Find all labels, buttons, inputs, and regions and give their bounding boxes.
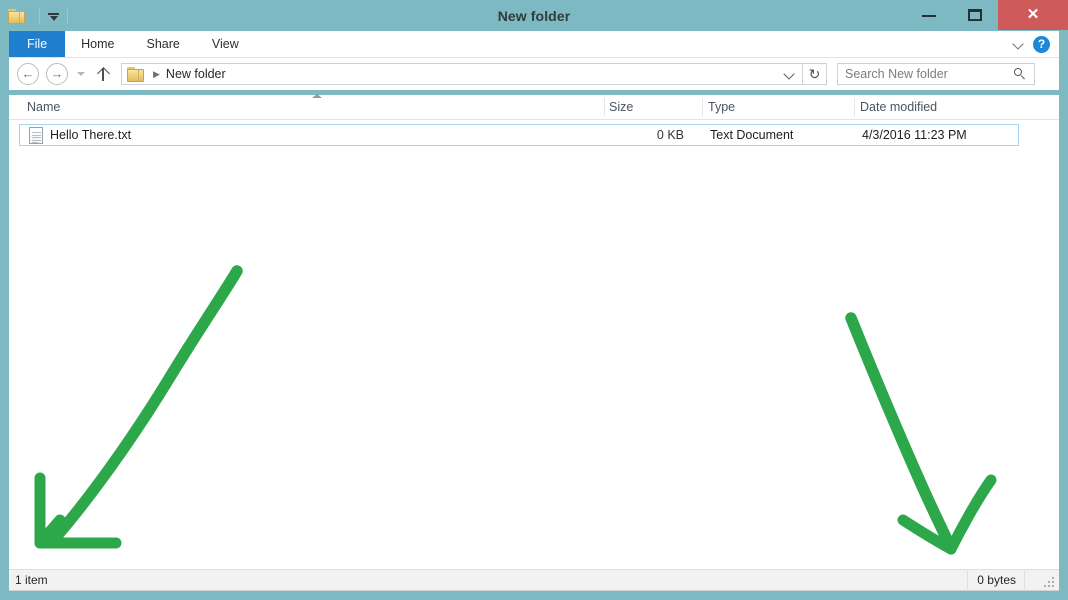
chevron-down-icon[interactable] [1011, 37, 1025, 51]
close-icon: ✕ [998, 0, 1068, 30]
qat-divider [67, 9, 68, 24]
tab-view[interactable]: View [196, 31, 255, 57]
search-input[interactable]: Search New folder [837, 63, 1035, 85]
search-icon[interactable] [1014, 68, 1027, 81]
help-button[interactable]: ? [1033, 36, 1050, 53]
title-bar[interactable]: New folder ✕ [0, 0, 1068, 32]
minimize-button[interactable] [906, 0, 952, 30]
status-bar-bottom-border [9, 590, 1059, 591]
maximize-icon [968, 9, 982, 21]
quick-access-toolbar[interactable] [8, 4, 75, 28]
minimize-icon [922, 15, 936, 17]
chevron-down-icon[interactable] [784, 68, 796, 80]
file-type-cell: Text Document [710, 125, 793, 145]
file-name-cell: Hello There.txt [50, 125, 131, 145]
column-header-size[interactable]: Size [609, 95, 633, 119]
breadcrumb-separator-icon: ▶ [153, 69, 160, 80]
forward-button[interactable]: → [46, 63, 68, 85]
refresh-button[interactable]: ↻ [803, 63, 827, 85]
back-button[interactable]: ← [17, 63, 39, 85]
file-size-cell: 0 KB [580, 125, 684, 145]
window-controls: ✕ [906, 0, 1068, 30]
tab-file[interactable]: File [9, 31, 65, 57]
status-total-size: 0 bytes [967, 570, 1025, 591]
maximize-button[interactable] [952, 0, 998, 30]
ribbon-tab-bar: File Home Share View ? [9, 31, 1059, 58]
column-divider[interactable] [854, 98, 855, 116]
file-explorer-window: New folder ✕ File Home Share View ? ← [0, 0, 1068, 600]
sort-ascending-icon [312, 94, 322, 98]
tab-share[interactable]: Share [131, 31, 196, 57]
breadcrumb-current-folder[interactable]: New folder [166, 67, 226, 81]
ribbon-right-controls: ? [1011, 31, 1055, 57]
recent-locations-icon[interactable] [73, 63, 89, 85]
folder-icon [127, 67, 145, 82]
column-header-row: Name Size Type Date modified [9, 95, 1059, 120]
ribbon-tabs: File Home Share View [9, 31, 1059, 57]
column-header-type[interactable]: Type [708, 95, 735, 119]
folder-icon[interactable] [8, 9, 26, 24]
table-row[interactable]: Hello There.txt 0 KB Text Document 4/3/2… [19, 124, 1019, 146]
status-bar: 1 item 0 bytes [9, 569, 1059, 591]
search-placeholder: Search New folder [845, 67, 948, 81]
column-divider[interactable] [604, 98, 605, 116]
up-one-level-button[interactable] [92, 63, 114, 85]
qat-divider [39, 9, 40, 24]
file-list: Hello There.txt 0 KB Text Document 4/3/2… [9, 120, 1059, 571]
status-item-count: 1 item [15, 570, 48, 591]
breadcrumb[interactable]: ▶ New folder [121, 63, 803, 85]
file-date-cell: 4/3/2016 11:23 PM [862, 125, 967, 145]
column-divider[interactable] [702, 98, 703, 116]
close-button[interactable]: ✕ [998, 0, 1068, 30]
column-header-date[interactable]: Date modified [860, 95, 937, 119]
tab-home[interactable]: Home [65, 31, 130, 57]
address-bar-row: ← → ▶ New folder ↻ Search New folder [9, 58, 1059, 90]
text-document-icon [29, 127, 43, 144]
chevron-down-icon[interactable] [47, 10, 60, 23]
resize-grip-icon[interactable] [1044, 577, 1056, 589]
column-header-name[interactable]: Name [27, 95, 60, 119]
